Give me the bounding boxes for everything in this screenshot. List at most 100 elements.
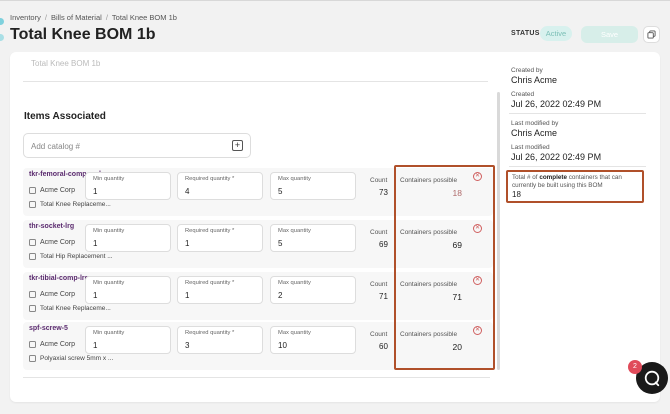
- field-value: 10: [278, 341, 287, 350]
- duplicate-button[interactable]: [643, 26, 660, 43]
- field-value: 2: [278, 291, 283, 300]
- remove-icon[interactable]: ✕: [473, 326, 482, 335]
- containers-value: 69: [452, 240, 462, 250]
- required-quantity-field[interactable]: Required quantity * 1: [177, 276, 263, 304]
- containers-label: Containers possible: [400, 177, 458, 184]
- divider: [509, 113, 646, 114]
- sidebar-indicator-2: [0, 34, 4, 41]
- min-quantity-field[interactable]: Min quantity 1: [85, 326, 171, 354]
- containers-label: Containers possible: [400, 281, 458, 288]
- modified-by-value: Chris Acme: [511, 128, 558, 138]
- status-badge[interactable]: Active: [540, 26, 572, 41]
- field-value: 1: [93, 291, 98, 300]
- status-label: STATUS: [511, 30, 540, 37]
- field-label: Max quantity: [278, 280, 311, 286]
- count-value: 71: [379, 292, 388, 301]
- field-value: 5: [278, 187, 283, 196]
- remove-icon[interactable]: ✕: [473, 276, 482, 285]
- item-description: Total Knee Replaceme...: [29, 201, 111, 208]
- max-quantity-field[interactable]: Max quantity 5: [270, 224, 356, 252]
- table-row: thr-socket-lrg Acme Corp Total Hip Repla…: [23, 220, 493, 268]
- required-quantity-field[interactable]: Required quantity * 4: [177, 172, 263, 200]
- item-vendor: Acme Corp: [29, 187, 75, 194]
- item-sku[interactable]: thr-socket-lrg: [29, 223, 74, 230]
- field-label: Min quantity: [93, 330, 125, 336]
- field-label: Required quantity *: [185, 280, 235, 286]
- item-description: Polyaxial screw 5mm x ...: [29, 355, 113, 362]
- divider: [23, 377, 490, 378]
- callout-value: 18: [512, 190, 521, 199]
- field-value: 1: [185, 291, 190, 300]
- max-quantity-field[interactable]: Max quantity 10: [270, 326, 356, 354]
- vendor-name: Acme Corp: [40, 187, 76, 194]
- created-label: Created: [511, 91, 535, 98]
- divider: [509, 166, 646, 167]
- max-quantity-field[interactable]: Max quantity 5: [270, 172, 356, 200]
- sidebar-indicator: [0, 18, 4, 25]
- field-label: Max quantity: [278, 176, 311, 182]
- max-quantity-field[interactable]: Max quantity 2: [270, 276, 356, 304]
- field-value: 1: [185, 239, 190, 248]
- callout-text-bold: complete: [539, 174, 567, 181]
- field-label: Max quantity: [278, 228, 311, 234]
- bom-name-field[interactable]: Total Knee BOM 1b: [23, 56, 488, 82]
- containers-value: 20: [452, 342, 462, 352]
- modified-by-label: Last modified by: [511, 120, 559, 127]
- required-quantity-field[interactable]: Required quantity * 3: [177, 326, 263, 354]
- breadcrumb-inventory[interactable]: Inventory: [10, 13, 41, 22]
- breadcrumb-separator: /: [44, 13, 47, 22]
- min-quantity-field[interactable]: Min quantity 1: [85, 276, 171, 304]
- breadcrumb-bills-of-material[interactable]: Bills of Material: [51, 13, 102, 22]
- notification-badge: 2: [628, 360, 642, 374]
- top-border: [0, 0, 670, 1]
- min-quantity-field[interactable]: Min quantity 1: [85, 224, 171, 252]
- vendor-icon: [29, 187, 36, 194]
- save-button[interactable]: Save: [581, 26, 638, 43]
- vendor-icon: [29, 239, 36, 246]
- item-vendor: Acme Corp: [29, 239, 75, 246]
- field-label: Required quantity *: [185, 176, 235, 182]
- item-description: Total Knee Replaceme...: [29, 305, 111, 312]
- min-quantity-field[interactable]: Min quantity 1: [85, 172, 171, 200]
- add-catalog-placeholder: Add catalog #: [31, 142, 80, 151]
- add-icon[interactable]: +: [232, 140, 243, 151]
- count-value: 69: [379, 240, 388, 249]
- remove-icon[interactable]: ✕: [473, 172, 482, 181]
- description-text: Polyaxial screw 5mm x ...: [40, 355, 114, 362]
- scrollbar[interactable]: [497, 92, 500, 370]
- vendor-icon: [29, 291, 36, 298]
- count-value: 73: [379, 188, 388, 197]
- field-value: 1: [93, 239, 98, 248]
- field-label: Min quantity: [93, 280, 125, 286]
- document-icon: [29, 305, 36, 312]
- table-row: spf-screw-5 Acme Corp Polyaxial screw 5m…: [23, 322, 493, 370]
- description-text: Total Knee Replaceme...: [40, 305, 111, 312]
- breadcrumb-separator: /: [105, 13, 108, 22]
- chat-icon: [644, 370, 660, 387]
- required-quantity-field[interactable]: Required quantity * 1: [177, 224, 263, 252]
- vendor-name: Acme Corp: [40, 291, 76, 298]
- document-icon: [29, 355, 36, 362]
- item-sku[interactable]: tkr-tibial-comp-lrg: [29, 275, 89, 282]
- breadcrumb: Inventory / Bills of Material / Total Kn…: [10, 13, 177, 22]
- vendor-name: Acme Corp: [40, 341, 76, 348]
- field-value: 3: [185, 341, 190, 350]
- callout-text-pre: Total # of: [512, 174, 540, 181]
- item-vendor: Acme Corp: [29, 291, 75, 298]
- containers-value: 71: [452, 292, 462, 302]
- vendor-icon: [29, 341, 36, 348]
- created-by-value: Chris Acme: [511, 75, 558, 85]
- item-vendor: Acme Corp: [29, 341, 75, 348]
- description-text: Total Hip Replacement ...: [40, 253, 113, 260]
- page-title: Total Knee BOM 1b: [10, 26, 156, 43]
- add-catalog-input[interactable]: Add catalog # +: [23, 133, 251, 158]
- modified-value: Jul 26, 2022 02:49 PM: [511, 152, 602, 162]
- field-label: Min quantity: [93, 228, 125, 234]
- count-label: Count: [370, 331, 388, 338]
- document-icon: [29, 253, 36, 260]
- breadcrumb-current: Total Knee BOM 1b: [111, 13, 177, 22]
- remove-icon[interactable]: ✕: [473, 224, 482, 233]
- item-sku[interactable]: spf-screw-5: [29, 325, 68, 332]
- containers-label: Containers possible: [400, 331, 458, 338]
- created-value: Jul 26, 2022 02:49 PM: [511, 99, 602, 109]
